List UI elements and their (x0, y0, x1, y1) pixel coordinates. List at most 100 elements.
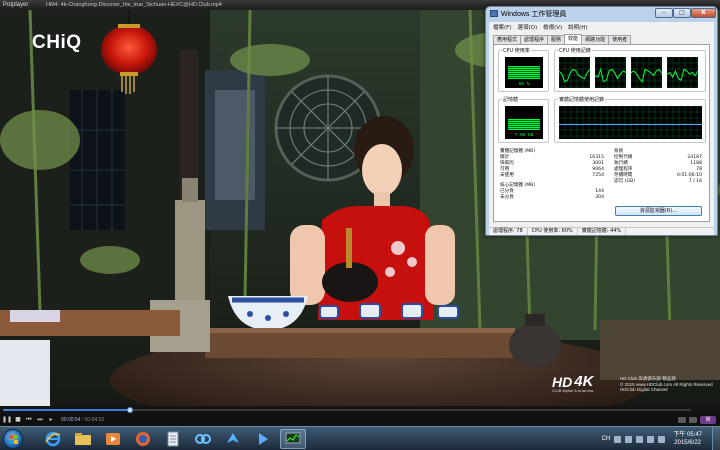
taskbar-ie[interactable] (40, 429, 66, 449)
taskbar-bird[interactable] (220, 429, 246, 449)
show-desktop-button[interactable] (712, 427, 720, 450)
taskbar-clock[interactable]: 下午 05:47 2015/6/22 (673, 431, 702, 447)
task-manager-status-bar: 處理程序: 78 CPU 使用率: 60% 實體記憶體: 44% (489, 227, 714, 235)
status-processes: 處理程序: 78 (489, 228, 528, 235)
menu-help[interactable]: 說明(H) (568, 23, 587, 31)
cpu-history-graph-3-svg (631, 57, 662, 88)
playlist-icon[interactable] (689, 417, 697, 423)
taskbar-firefox[interactable] (130, 429, 156, 449)
menu-options[interactable]: 選項(O) (517, 23, 537, 31)
memory-label: 記憶體 (502, 96, 520, 103)
seek-progress (3, 409, 131, 411)
menu-file[interactable]: 檔案(F) (493, 23, 511, 31)
taskbar-task-manager[interactable] (280, 429, 306, 449)
memory-meter: 7.06 GB (505, 106, 543, 139)
kernel-memory-stats: 核心記憶體 (MB) 已分頁 144 未分頁 304 (500, 183, 604, 201)
playback-time: 00:00:54 / 00:04:52 (61, 417, 104, 423)
tab-services[interactable]: 服務 (547, 35, 566, 44)
close-button[interactable]: X (691, 8, 716, 18)
maximize-button[interactable]: □ (673, 8, 691, 18)
taskbar-explorer[interactable] (70, 429, 96, 449)
player-app-name: Potplayer (3, 2, 29, 8)
media-player-icon (106, 433, 120, 445)
pause-icon[interactable]: ❚❚ (2, 416, 12, 424)
tray-flag-icon[interactable] (636, 435, 644, 443)
resource-monitor-button[interactable]: 資源監視器(R)... (615, 206, 702, 216)
player-file-title: HM4: 4k-Changhong-Discover_the_true_Sich… (46, 2, 222, 8)
cpu-usage-label: CPU 使用率 (502, 47, 531, 54)
status-cpu: CPU 使用率: 60% (528, 228, 578, 235)
physical-memory-stats: 實體記憶體 (MB) 總計 16315 快取的 3001 可用 9064 未使用 725… (500, 149, 604, 179)
network-icon (195, 434, 211, 444)
task-manager-menu: 檔案(F) 選項(O) 檢視(V) 說明(H) (489, 22, 714, 32)
tray-help-icon[interactable] (614, 435, 622, 443)
cpu-history-trace (595, 67, 626, 83)
stat-row: 未使用 7254 (500, 173, 604, 178)
cpu-history-graph-3 (631, 57, 662, 88)
task-manager-icon (285, 432, 301, 444)
seek-track[interactable] (3, 407, 691, 413)
tab-performance[interactable]: 效能 (564, 34, 583, 44)
tab-processes[interactable]: 處理程序 (520, 35, 549, 44)
settings-icon[interactable] (678, 417, 686, 423)
taskbar-player[interactable] (250, 429, 276, 449)
system-stats: 系統 控制代碼 24187 執行緒 1188 處理程序 78 存續時間 0:01:06:… (614, 149, 702, 185)
volume-icon[interactable]: ▸ (47, 416, 55, 424)
taskbar-document[interactable] (160, 429, 186, 449)
tray-network-icon[interactable] (647, 435, 655, 443)
next-icon[interactable]: ⏭ (36, 416, 44, 424)
screen: Potplayer HM4: 4k-Changhong-Discover_the… (0, 0, 720, 450)
memory-history-label: 實體記憶體使用記錄 (558, 96, 606, 103)
seek-bar[interactable] (0, 406, 720, 414)
memory-group: 記憶體 7.06 GB (498, 96, 549, 143)
menu-view[interactable]: 檢視(V) (543, 23, 562, 31)
cpu-history-trace (631, 68, 662, 83)
system-tray: CH 下午 05:47 2015/6/22 (602, 427, 720, 450)
taskbar-network[interactable] (190, 429, 216, 449)
task-manager-app-icon (490, 10, 498, 17)
tray-volume-icon[interactable] (658, 435, 666, 443)
stat-row: 未分頁 304 (500, 195, 604, 200)
time-separator: / (81, 417, 84, 423)
previous-icon[interactable]: ⏮ (25, 416, 33, 424)
status-memory: 實體記憶體: 44% (578, 228, 627, 235)
tab-users[interactable]: 使用者 (608, 35, 632, 44)
firefox-icon (136, 432, 150, 446)
stat-row: 認可 (GB) 7 / 16 (614, 179, 702, 184)
time-total: 00:04:52 (84, 417, 105, 423)
tray-keyboard-icon[interactable] (625, 435, 633, 443)
memory-history-group: 實體記憶體使用記錄 (554, 96, 706, 143)
windows-logo-icon (8, 434, 18, 444)
memory-history-graph-svg (559, 106, 702, 139)
4k-watermark-text: 4K (574, 373, 594, 390)
task-manager-title: Windows 工作管理員 (501, 11, 567, 18)
watermark-subtitle: CLUB digital & business (552, 389, 594, 393)
hdclub-watermark: HD 4K CLUB digital & business (552, 373, 594, 393)
start-button[interactable] (3, 429, 23, 449)
stop-icon[interactable]: ■ (14, 416, 22, 424)
cpu-history-label: CPU 使用記錄 (558, 47, 592, 54)
seek-handle[interactable] (127, 407, 134, 413)
chiq-logo: CHiQ (32, 32, 82, 53)
player-right-controls: 常 (678, 416, 720, 424)
tab-networking[interactable]: 網路功能 (581, 35, 610, 44)
player-badge[interactable]: 常 (700, 416, 716, 424)
taskbar-media[interactable] (100, 429, 126, 449)
clock-time: 下午 05:47 (673, 432, 702, 438)
bird-icon (227, 433, 239, 443)
watermark-note: HD Club 高清俱乐部·精品源 © 2015 www.HDClub.com … (620, 376, 713, 392)
memory-value: 7.06 GB (514, 133, 534, 138)
minimize-button[interactable]: – (655, 8, 673, 18)
language-indicator[interactable]: CH (602, 436, 611, 442)
task-manager-tabs: 應用程式 處理程序 服務 效能 網路功能 使用者 (493, 34, 632, 44)
cpu-history-graph-1 (559, 57, 590, 88)
task-manager-window[interactable]: Windows 工作管理員 – □ X 檔案(F) 選項(O) 檢視(V) 說明… (485, 6, 718, 236)
play-icon (259, 433, 268, 445)
windows-taskbar: CH 下午 05:47 2015/6/22 (0, 426, 720, 450)
cpu-history-trace (559, 68, 590, 83)
hd-watermark-text: HD (552, 374, 573, 390)
task-manager-title-bar[interactable]: Windows 工作管理員 – □ X (486, 7, 717, 21)
cpu-history-graph-1-svg (559, 57, 590, 88)
cpu-history-graph-2-svg (595, 57, 626, 88)
tab-applications[interactable]: 應用程式 (493, 35, 522, 44)
